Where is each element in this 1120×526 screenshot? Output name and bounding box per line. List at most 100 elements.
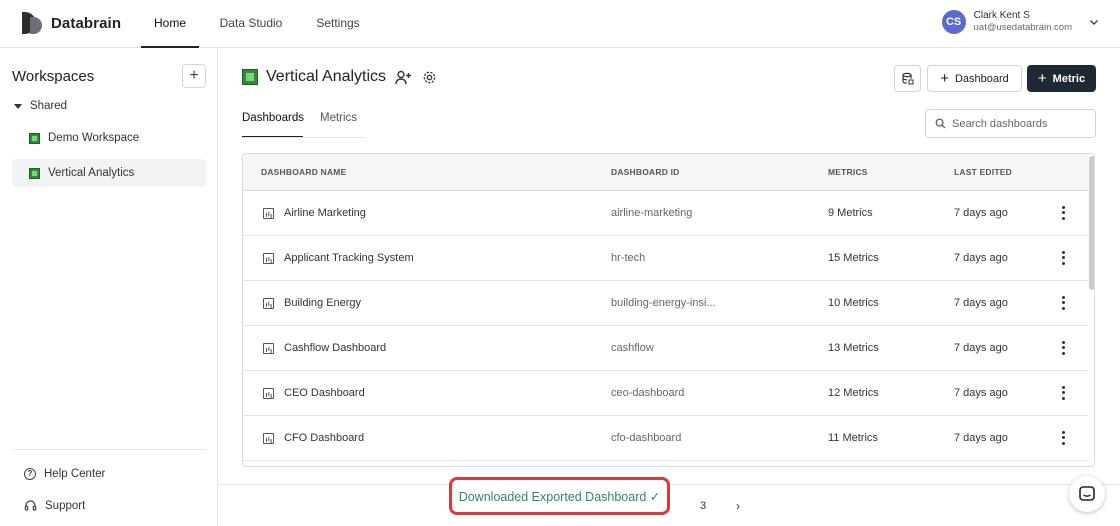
dashboard-name[interactable]: CFO Dashboard [284,432,364,444]
dashboards-table: DASHBOARD NAME DASHBOARD ID METRICS LAST… [242,153,1095,467]
table-row[interactable]: Cashflow Dashboard cashflow 13 Metrics 7… [243,326,1088,371]
chevron-down-icon[interactable] [1088,16,1100,28]
workspace-icon [242,69,258,85]
table-row[interactable]: CFO Dashboard cfo-dashboard 11 Metrics 7… [243,416,1088,461]
more-options-icon[interactable] [1057,295,1069,311]
brand-name: Databrain [51,14,122,32]
column-header-metrics: METRICS [828,167,868,177]
chat-launcher-button[interactable] [1069,476,1105,512]
sidebar-item-demo-workspace[interactable]: Demo Workspace [12,124,206,152]
metrics-count: 9 Metrics [828,207,873,219]
user-email: uat@usedatabrain.com [973,22,1072,33]
search-placeholder: Search dashboards [952,117,1048,130]
sidebar: Workspaces + Shared Demo Workspace Verti… [0,48,218,526]
nav-tab-home[interactable]: Home [141,0,199,48]
gear-icon[interactable] [420,68,438,86]
nav-tab-settings[interactable]: Settings [308,0,368,48]
table-header: DASHBOARD NAME DASHBOARD ID METRICS LAST… [243,154,1094,191]
add-metric-button[interactable]: + Metric [1027,65,1096,92]
user-name: Clark Kent S [973,10,1030,21]
metrics-count: 12 Metrics [828,387,879,399]
search-icon [935,118,946,129]
workspace-icon [29,167,40,179]
more-options-icon[interactable] [1057,250,1069,266]
metrics-count: 11 Metrics [828,432,878,444]
support-label: Support [45,499,86,512]
last-edited: 7 days ago [954,252,1008,264]
tab-metrics[interactable]: Metrics [320,104,365,138]
column-header-name: DASHBOARD NAME [261,167,347,177]
pagination-next-icon[interactable]: › [736,499,740,513]
add-dashboard-label: Dashboard [954,72,1009,85]
table-row[interactable]: Applicant Tracking System hr-tech 15 Met… [243,236,1088,281]
shared-group-label: Shared [30,100,68,112]
sidebar-item-vertical-analytics[interactable]: Vertical Analytics [12,159,206,187]
more-options-icon[interactable] [1057,340,1069,356]
add-workspace-button[interactable]: + [182,64,206,88]
search-input[interactable]: Search dashboards [925,109,1096,138]
add-user-icon[interactable] [394,68,412,86]
tab-dashboards[interactable]: Dashboards [242,104,304,138]
dashboard-name[interactable]: Applicant Tracking System [284,252,414,264]
plus-icon: + [189,67,199,84]
databrain-logo-icon [22,12,44,34]
dashboard-id: ceo-dashboard [611,387,685,399]
more-options-icon[interactable] [1057,430,1069,446]
bar-chart-icon [263,388,274,399]
add-metric-label: Metric [1052,72,1086,85]
bar-chart-icon [263,298,274,309]
add-dashboard-button[interactable]: + Dashboard [927,65,1022,92]
shared-group-toggle[interactable]: Shared [14,100,67,112]
table-row[interactable]: Airline Marketing airline-marketing 9 Me… [243,191,1088,236]
brand-logo[interactable]: Databrain [22,12,121,34]
nav-tab-data-studio[interactable]: Data Studio [214,0,288,48]
last-edited: 7 days ago [954,432,1008,444]
dashboard-name[interactable]: Cashflow Dashboard [284,342,386,354]
bar-chart-icon [263,208,274,219]
sidebar-divider [12,449,206,450]
metrics-count: 13 Metrics [828,342,879,354]
last-edited: 7 days ago [954,387,1008,399]
sidebar-item-label: Demo Workspace [48,132,140,144]
user-menu[interactable]: CS Clark Kent S uat@usedatabrain.com [941,10,1100,34]
metrics-count: 15 Metrics [828,252,879,264]
dashboard-id: building-energy-insi... [611,297,716,309]
bar-chart-icon [263,343,274,354]
pagination-page[interactable]: 3 [700,500,706,512]
support-link[interactable]: Support [24,499,85,512]
dashboard-id: cashflow [611,342,654,354]
more-options-icon[interactable] [1057,385,1069,401]
workspace-icon [29,132,40,144]
sidebar-item-label: Vertical Analytics [48,167,135,179]
plus-icon: + [940,69,949,87]
last-edited: 7 days ago [954,297,1008,309]
bar-chart-icon [263,253,274,264]
top-nav: Databrain Home Data Studio Settings CS C… [0,0,1120,48]
avatar: CS [941,10,966,34]
page-header: Vertical Analytics [242,68,438,86]
datasource-button[interactable] [894,65,921,92]
dashboard-name[interactable]: CEO Dashboard [284,387,365,399]
help-circle-icon: ? [24,468,36,480]
workspaces-title: Workspaces [12,68,95,85]
last-edited: 7 days ago [954,342,1008,354]
headset-icon [24,500,37,511]
last-edited: 7 days ago [954,207,1008,219]
column-header-id: DASHBOARD ID [611,167,680,177]
dashboard-id: airline-marketing [611,207,693,219]
table-row[interactable]: CEO Dashboard ceo-dashboard 12 Metrics 7… [243,371,1088,416]
page-title: Vertical Analytics [266,68,387,85]
table-row[interactable]: Building Energy building-energy-insi... … [243,281,1088,326]
dashboard-name[interactable]: Building Energy [284,297,361,309]
help-center-link[interactable]: ? Help Center [24,468,105,480]
bar-chart-icon [263,433,274,444]
caret-down-icon [14,103,22,109]
metrics-count: 10 Metrics [828,297,879,309]
toast-notification: Downloaded Exported Dashboard ✓ [449,477,670,515]
table-scrollbar-thumb[interactable] [1089,156,1094,290]
more-options-icon[interactable] [1057,205,1069,221]
dashboard-id: hr-tech [611,252,646,264]
help-center-label: Help Center [44,468,106,480]
plus-icon: + [1037,69,1047,87]
dashboard-name[interactable]: Airline Marketing [284,207,366,219]
